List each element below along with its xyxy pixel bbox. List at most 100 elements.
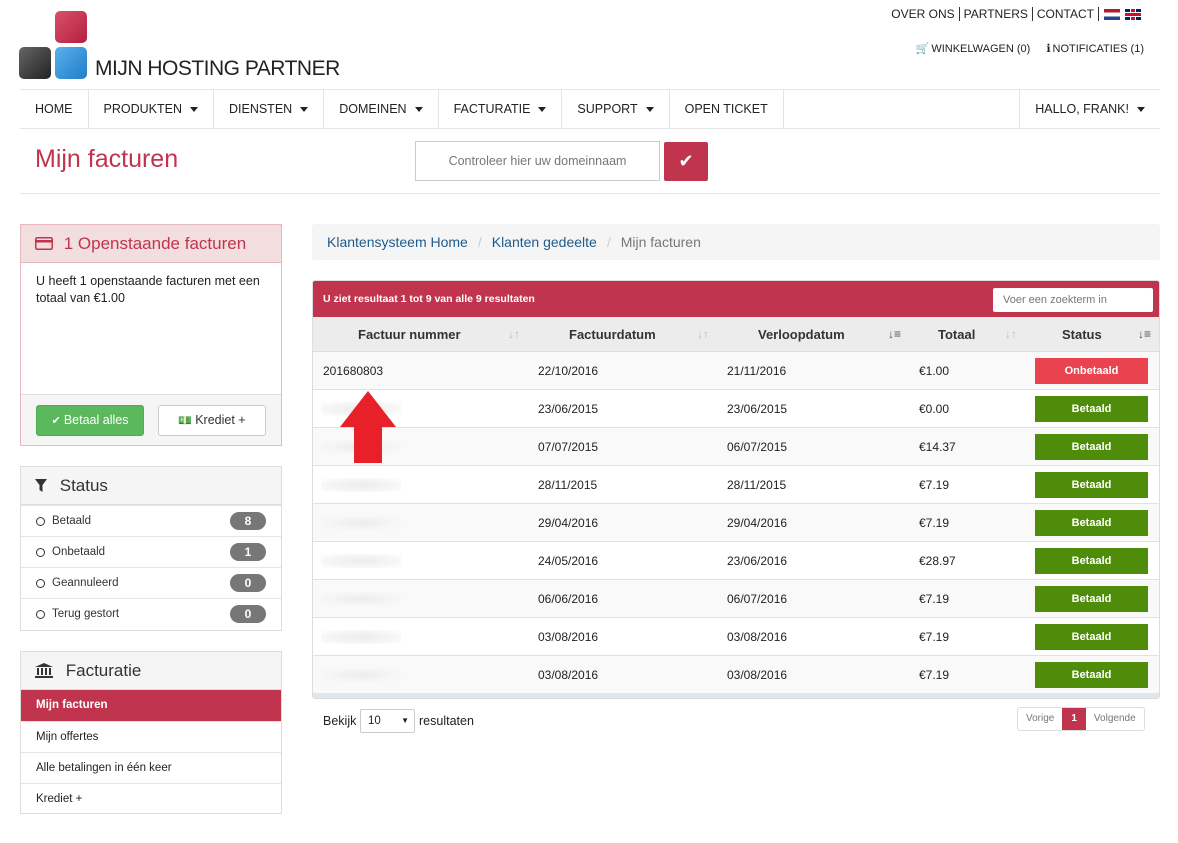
- link-partners[interactable]: PARTNERS: [960, 7, 1033, 21]
- nav-domeinen[interactable]: DOMEINEN: [324, 90, 439, 128]
- nav-open-ticket[interactable]: OPEN TICKET: [670, 90, 784, 128]
- header-factuurdatum[interactable]: Factuurdatum: [569, 317, 656, 352]
- credit-button[interactable]: 💵 Krediet +: [158, 405, 266, 436]
- status-badge[interactable]: Betaald: [1035, 396, 1148, 422]
- bank-icon: [35, 661, 66, 680]
- sort-desc-icon[interactable]: ↓≡: [1138, 317, 1151, 352]
- status-header: Status: [21, 467, 281, 505]
- table-row[interactable]: 03/08/2016 03/08/2016 €7.19 Betaald: [313, 618, 1159, 656]
- table-row[interactable]: 03/08/2016 03/08/2016 €7.19 Betaald: [313, 656, 1159, 694]
- pagination-page[interactable]: 1: [1062, 708, 1086, 730]
- header-totaal[interactable]: Totaal: [938, 317, 975, 352]
- cart-label: WINKELWAGEN (0): [931, 43, 1031, 55]
- redacted-number: [321, 516, 401, 530]
- cell-due-date: 06/07/2015: [727, 440, 788, 454]
- sort-icon[interactable]: ↓↑: [697, 317, 709, 352]
- status-badge[interactable]: Betaald: [1035, 624, 1148, 650]
- brand-logo[interactable]: MIJN HOSTING PARTNER: [19, 11, 340, 81]
- radio-icon: [36, 578, 45, 588]
- menu-mijn-offertes[interactable]: Mijn offertes: [21, 721, 281, 752]
- english-flag-icon[interactable]: [1125, 8, 1141, 20]
- sort-icon[interactable]: ↓↑: [1005, 317, 1017, 352]
- dutch-flag-icon[interactable]: [1104, 8, 1120, 20]
- table-row[interactable]: 07/07/2015 06/07/2015 €14.37 Betaald: [313, 428, 1159, 466]
- header-verloopdatum[interactable]: Verloopdatum: [758, 317, 845, 352]
- status-badge[interactable]: Betaald: [1035, 510, 1148, 536]
- status-badge[interactable]: Betaald: [1035, 548, 1148, 574]
- table-row[interactable]: 29/04/2016 29/04/2016 €7.19 Betaald: [313, 504, 1159, 542]
- breadcrumb-separator: /: [477, 234, 482, 250]
- cell-due-date: 03/08/2016: [727, 630, 788, 644]
- breadcrumb-home[interactable]: Klantensysteem Home: [327, 234, 468, 250]
- table-row[interactable]: 23/06/2015 23/06/2015 €0.00 Betaald: [313, 390, 1159, 428]
- checkmark-icon: ✔: [678, 151, 694, 171]
- cell-due-date: 29/04/2016: [727, 516, 788, 530]
- nav-diensten[interactable]: DIENSTEN: [214, 90, 325, 128]
- table-row[interactable]: 201680803 22/10/2016 21/11/2016 €1.00 Onbeta…: [313, 352, 1159, 390]
- domain-search-input[interactable]: Controleer hier uw domeinnaam: [415, 141, 660, 181]
- status-label: Geannuleerd: [52, 577, 119, 589]
- cell-due-date: 21/11/2016: [727, 364, 787, 378]
- menu-krediet[interactable]: Krediet +: [21, 783, 281, 814]
- status-filter-onbetaald[interactable]: Onbetaald 1: [21, 536, 281, 567]
- table-row[interactable]: 28/11/2015 28/11/2015 €7.19 Betaald: [313, 466, 1159, 504]
- header-status[interactable]: Status: [1062, 317, 1102, 352]
- table-bottom-bar: [313, 693, 1159, 698]
- cell-invoice-number[interactable]: 201680803: [323, 352, 383, 390]
- cell-total: €7.19: [919, 516, 950, 530]
- sort-icon[interactable]: ↓↑: [508, 317, 520, 352]
- status-badge[interactable]: Betaald: [1035, 434, 1148, 460]
- status-filter-terug-gestort[interactable]: Terug gestort 0: [21, 598, 281, 629]
- link-contact[interactable]: CONTACT: [1033, 7, 1099, 21]
- radio-icon: [36, 609, 45, 619]
- arrow-up-icon: [340, 391, 396, 463]
- nav-label: PRODUKTEN: [103, 102, 182, 116]
- nav-produkten[interactable]: PRODUKTEN: [89, 90, 214, 128]
- status-label: Onbetaald: [52, 546, 106, 558]
- status-count-badge: 0: [230, 574, 266, 592]
- status-badge[interactable]: Betaald: [1035, 586, 1148, 612]
- radio-icon: [36, 547, 45, 557]
- table-row[interactable]: 24/05/2016 23/06/2016 €28.97 Betaald: [313, 542, 1159, 580]
- pagination-prev[interactable]: Vorige: [1018, 708, 1062, 730]
- menu-alle-betalingen[interactable]: Alle betalingen in één keer: [21, 752, 281, 783]
- status-badge[interactable]: Betaald: [1035, 472, 1148, 498]
- nav-support[interactable]: SUPPORT: [562, 90, 670, 128]
- status-filter-betaald[interactable]: Betaald 8: [21, 505, 281, 536]
- cell-due-date: 23/06/2016: [727, 554, 788, 568]
- cell-invoice-date: 06/06/2016: [538, 592, 599, 606]
- cell-invoice-date: 07/07/2015: [538, 440, 599, 454]
- pay-all-label: Betaal alles: [63, 413, 129, 427]
- caret-down-icon: [645, 107, 654, 113]
- nav-label: SUPPORT: [577, 102, 638, 116]
- sort-desc-icon[interactable]: ↓≡: [888, 317, 901, 352]
- nav-facturatie[interactable]: FACTURATIE: [439, 90, 563, 128]
- open-invoices-title: 1 Openstaande facturen: [63, 234, 247, 253]
- cell-total: €0.00: [919, 402, 950, 416]
- status-badge[interactable]: Betaald: [1035, 662, 1148, 688]
- invoices-table: U ziet resultaat 1 tot 9 van alle 9 resu…: [312, 280, 1160, 699]
- status-badge[interactable]: Onbetaald: [1035, 358, 1148, 384]
- header-factuur-nummer[interactable]: Factuur nummer: [358, 317, 461, 352]
- divider: [20, 193, 1160, 194]
- cell-total: €7.19: [919, 592, 950, 606]
- table-search-input[interactable]: Voer een zoekterm in: [993, 288, 1153, 312]
- nav-user-menu[interactable]: HALLO, FRANK!: [1019, 90, 1160, 128]
- cart-link[interactable]: 🛒 WINKELWAGEN (0): [916, 42, 1031, 55]
- logo-square-blue: [55, 47, 87, 79]
- user-greeting: HALLO, FRANK!: [1035, 102, 1129, 116]
- menu-mijn-facturen[interactable]: Mijn facturen: [21, 690, 281, 721]
- breadcrumb-separator: /: [606, 234, 611, 250]
- per-page-select[interactable]: 10 ▼: [360, 709, 415, 733]
- facturatie-header: Facturatie: [21, 652, 281, 690]
- breadcrumb-section[interactable]: Klanten gedeelte: [492, 234, 597, 250]
- notifications-link[interactable]: ℹ NOTIFICATIES (1): [1046, 42, 1144, 55]
- pay-all-button[interactable]: ✔ Betaal alles: [36, 405, 144, 436]
- link-over-ons[interactable]: OVER ONS: [887, 7, 960, 21]
- nav-label: DIENSTEN: [228, 102, 293, 116]
- pagination-next[interactable]: Volgende: [1086, 708, 1144, 730]
- domain-search-button[interactable]: ✔: [664, 142, 708, 181]
- nav-home[interactable]: HOME: [20, 90, 89, 128]
- table-row[interactable]: 06/06/2016 06/07/2016 €7.19 Betaald: [313, 580, 1159, 618]
- status-filter-geannuleerd[interactable]: Geannuleerd 0: [21, 567, 281, 598]
